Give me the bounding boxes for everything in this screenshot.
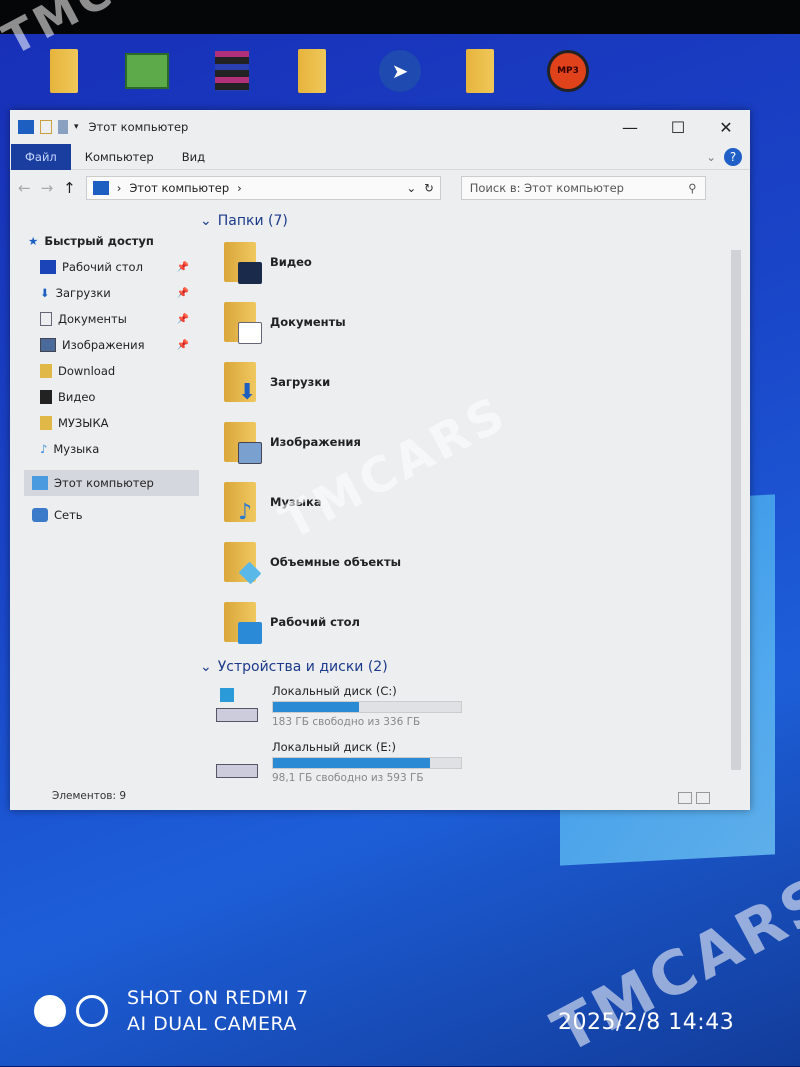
documents-folder-icon xyxy=(220,300,262,344)
sidebar-item-desktop[interactable]: Рабочий стол 📌 xyxy=(24,254,199,280)
address-bar[interactable]: › Этот компьютер › ⌄ ↻ xyxy=(85,176,441,200)
details-view-button[interactable] xyxy=(678,792,692,804)
quick-access-dropdown-icon[interactable]: ▾ xyxy=(74,122,79,132)
folder-documents[interactable]: Документы xyxy=(200,292,720,352)
photo-caption-line1: SHOT ON REDMI 7 xyxy=(127,987,309,1009)
desktop-icon xyxy=(40,260,56,274)
winrar-icon[interactable] xyxy=(210,48,254,94)
large-icons-view-button[interactable] xyxy=(696,792,710,804)
computer-icon xyxy=(92,181,109,195)
telegram-icon[interactable]: ➤ xyxy=(378,48,422,94)
sidebar-item-music-folder[interactable]: МУЗЫКА xyxy=(24,410,199,436)
address-history-dropdown[interactable]: ⌄ xyxy=(406,181,416,195)
up-button[interactable]: ↑ xyxy=(63,179,76,197)
money-app-icon[interactable] xyxy=(125,48,169,94)
music-folder-icon: ♪ xyxy=(220,480,262,524)
folder-desktop[interactable]: Рабочий стол xyxy=(200,592,720,652)
pin-icon[interactable]: 📌 xyxy=(177,340,189,351)
network-icon xyxy=(32,508,48,522)
drive-c[interactable]: Локальный диск (C:) 183 ГБ свободно из 33… xyxy=(200,678,720,734)
chevron-right-icon: › xyxy=(116,181,122,195)
sidebar-item-this-pc[interactable]: Этот компьютер xyxy=(24,470,199,496)
vertical-scrollbar[interactable] xyxy=(730,220,742,790)
search-icon: ⚲ xyxy=(688,181,697,195)
minimize-button[interactable]: — xyxy=(606,118,654,137)
tab-computer[interactable]: Компьютер xyxy=(71,144,168,170)
properties-icon[interactable] xyxy=(40,120,52,134)
sidebar-item-music[interactable]: ♪ Музыка xyxy=(24,436,199,462)
mp3-app-icon[interactable]: MP3 xyxy=(546,48,590,94)
new-folder-icon[interactable] xyxy=(58,120,68,134)
drive-usage-bar xyxy=(272,757,462,769)
drives-group-header[interactable]: ⌄ Устройства и диски (2) xyxy=(200,656,720,678)
photo-timestamp: 2025/2/8 14:43 xyxy=(558,1010,735,1035)
expand-ribbon-icon[interactable]: ⌄ xyxy=(706,150,716,164)
scrollbar-thumb[interactable] xyxy=(731,250,741,770)
desktop-folder-icon[interactable] xyxy=(290,48,334,94)
refresh-button[interactable]: ↻ xyxy=(424,181,434,195)
sidebar-item-quick-access[interactable]: ★ Быстрый доступ xyxy=(24,228,199,254)
music-icon: ♪ xyxy=(40,442,48,456)
download-icon: ⬇ xyxy=(40,286,50,300)
3d-objects-folder-icon xyxy=(220,540,262,585)
search-placeholder: Поиск в: Этот компьютер xyxy=(469,181,624,195)
pin-icon[interactable]: 📌 xyxy=(177,262,189,273)
windows-drive-icon xyxy=(216,688,260,724)
desktop-folder-icon xyxy=(220,600,262,644)
pin-icon[interactable]: 📌 xyxy=(177,314,189,325)
tab-view[interactable]: Вид xyxy=(168,144,219,170)
maximize-button[interactable]: ☐ xyxy=(654,118,702,137)
camera-logo xyxy=(34,995,66,1027)
drive-usage-fill xyxy=(273,758,430,768)
folder-3d-objects[interactable]: Объемные объекты xyxy=(200,532,720,592)
drive-e[interactable]: Локальный диск (E:) 98,1 ГБ свободно из 5… xyxy=(200,734,720,790)
sidebar-item-pictures[interactable]: Изображения 📌 xyxy=(24,332,199,358)
photo-caption-line2: AI DUAL CAMERA xyxy=(127,1013,297,1035)
status-bar-item-count: Элементов: 9 xyxy=(52,790,127,802)
desktop-folder-icon[interactable] xyxy=(458,48,502,94)
chevron-down-icon: ⌄ xyxy=(200,659,212,675)
drive-usage-fill xyxy=(273,702,359,712)
folder-icon xyxy=(40,364,52,378)
address-bar-row: ← → ↑ › Этот компьютер › ⌄ ↻ Поиск в: Эт… xyxy=(10,170,750,206)
documents-icon xyxy=(40,312,52,326)
sidebar-item-video[interactable]: Видео xyxy=(24,384,199,410)
back-button[interactable]: ← xyxy=(18,179,31,197)
video-folder-icon xyxy=(220,240,262,284)
video-icon xyxy=(40,390,52,404)
navigation-pane: ★ Быстрый доступ Рабочий стол 📌 ⬇ Загрузки 📌… xyxy=(24,228,199,528)
tab-file[interactable]: Файл xyxy=(11,143,71,170)
desktop-folder-icon[interactable] xyxy=(42,48,86,94)
forward-button[interactable]: → xyxy=(41,179,54,197)
breadcrumb[interactable]: Этот компьютер xyxy=(129,181,229,195)
drive-usage-bar xyxy=(272,701,462,713)
ribbon: Файл Компьютер Вид ⌄ ? xyxy=(10,143,750,170)
title-bar: ▾ Этот компьютер — ☐ ✕ xyxy=(10,110,750,144)
camera-logo xyxy=(76,995,108,1027)
sidebar-item-documents[interactable]: Документы 📌 xyxy=(24,306,199,332)
folders-group-header[interactable]: ⌄ Папки (7) xyxy=(200,210,720,232)
folder-icon xyxy=(40,416,52,430)
close-button[interactable]: ✕ xyxy=(702,118,750,137)
pictures-icon xyxy=(40,338,56,352)
computer-icon xyxy=(32,476,48,490)
computer-icon xyxy=(18,120,34,134)
pictures-folder-icon xyxy=(220,420,262,464)
sidebar-item-network[interactable]: Сеть xyxy=(24,502,199,528)
star-icon: ★ xyxy=(28,234,39,248)
sidebar-item-downloads[interactable]: ⬇ Загрузки 📌 xyxy=(24,280,199,306)
pin-icon[interactable]: 📌 xyxy=(177,288,189,299)
chevron-right-icon[interactable]: › xyxy=(237,181,242,195)
window-title: Этот компьютер xyxy=(88,120,189,134)
chevron-down-icon: ⌄ xyxy=(200,213,212,229)
help-button[interactable]: ? xyxy=(724,147,742,166)
folder-video[interactable]: Видео xyxy=(200,232,720,292)
search-input[interactable]: Поиск в: Этот компьютер ⚲ xyxy=(460,176,706,200)
drive-icon xyxy=(216,744,260,780)
sidebar-item-download-folder[interactable]: Download xyxy=(24,358,199,384)
downloads-folder-icon: ⬇ xyxy=(220,360,262,404)
